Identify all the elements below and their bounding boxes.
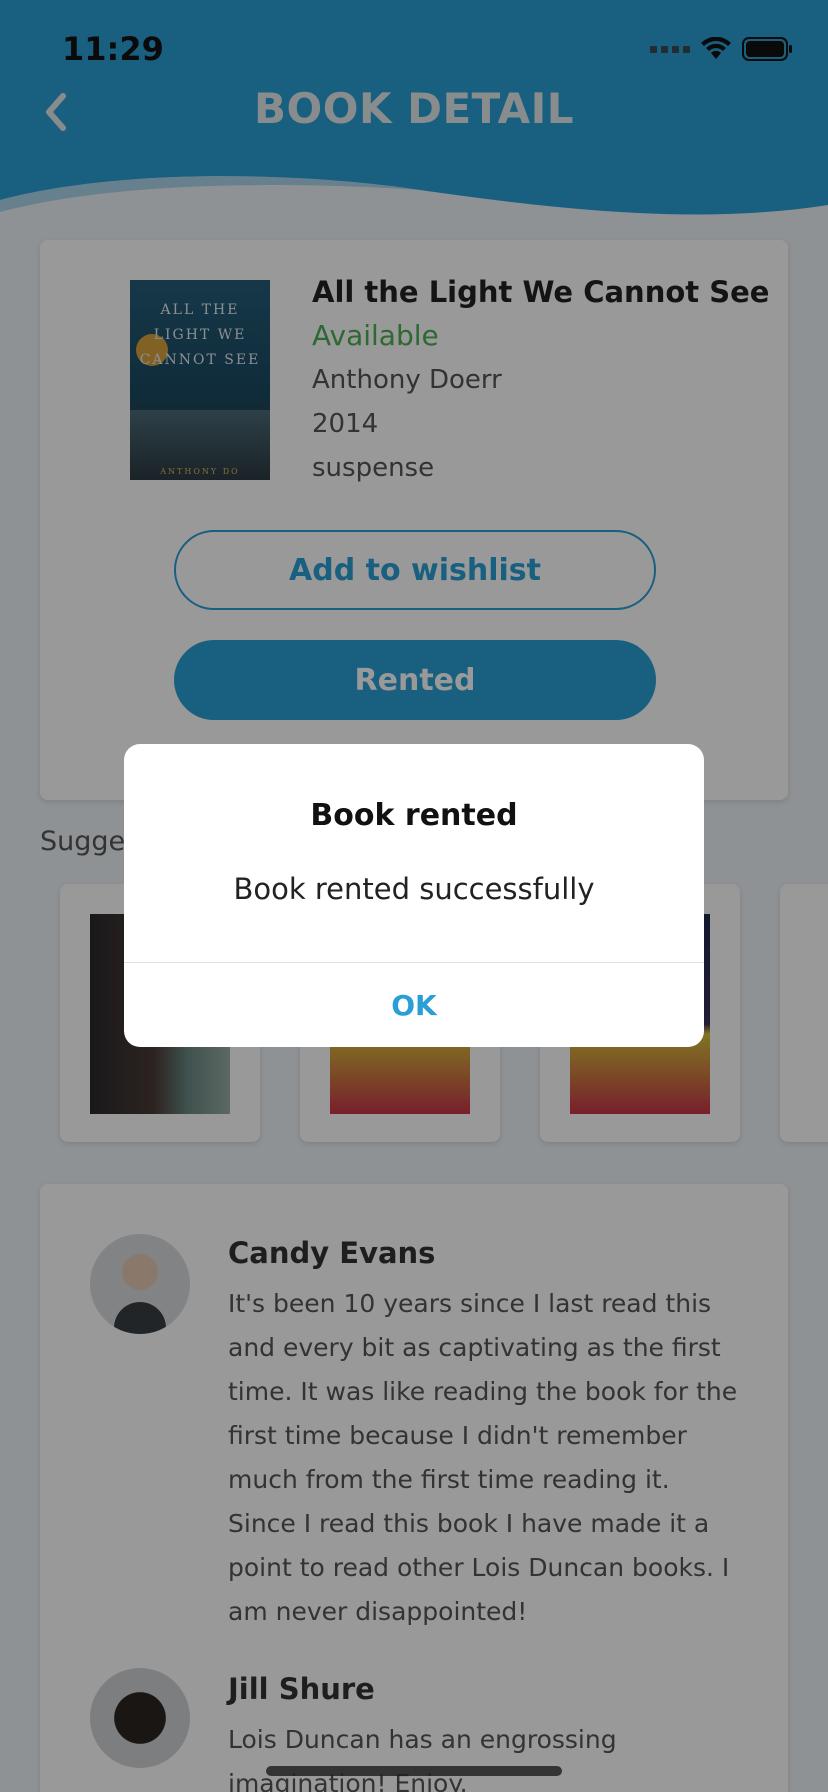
dialog-title: Book rented: [310, 798, 518, 833]
home-indicator[interactable]: [266, 1766, 562, 1776]
ok-button[interactable]: OK: [124, 963, 704, 1047]
alert-dialog: Book rented Book rented successfully OK: [124, 744, 704, 1047]
dialog-message: Book rented successfully: [233, 872, 595, 906]
